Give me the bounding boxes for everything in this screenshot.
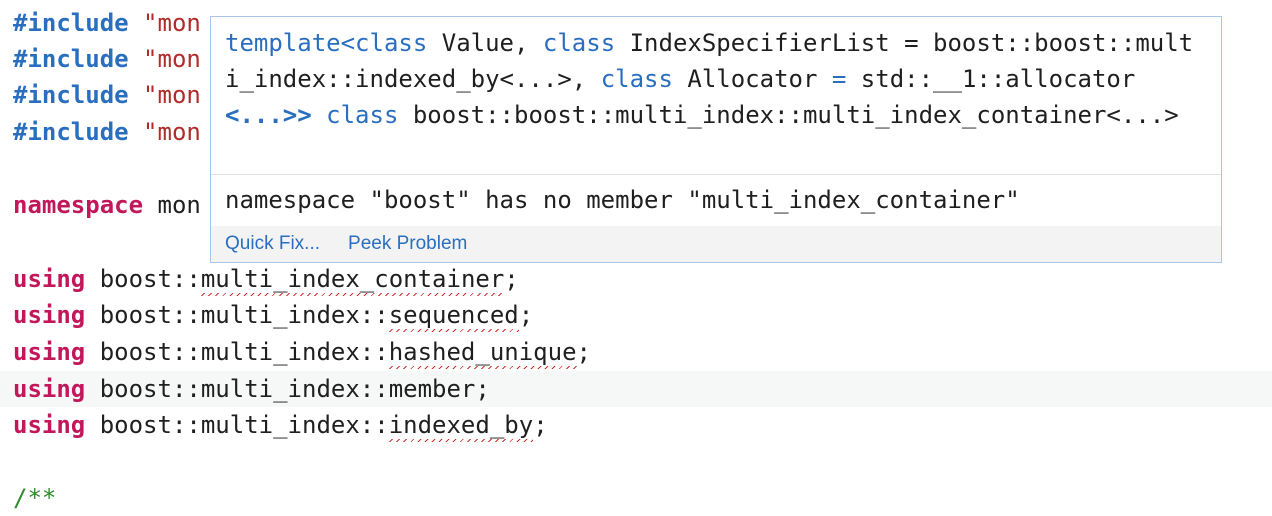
hover-actions: Quick Fix... Peek Problem <box>211 226 1221 262</box>
using-suffix: ; <box>518 301 534 329</box>
error-squiggle[interactable]: indexed_by <box>388 411 534 442</box>
using-suffix: ; <box>475 375 490 403</box>
template-keyword: template <box>225 29 341 57</box>
using-suffix: ; <box>504 265 519 293</box>
using-prefix: boost::multi_index:: <box>99 375 389 403</box>
comment-text: /** <box>13 484 57 512</box>
include-path: "mon <box>143 118 201 146</box>
class-keyword: class <box>355 29 428 57</box>
include-keyword: #include <box>13 118 129 146</box>
include-path: "mon <box>143 81 201 109</box>
using-prefix: boost::multi_index:: <box>99 338 389 366</box>
error-squiggle[interactable]: multi_index_container <box>200 265 505 296</box>
using-prefix: boost:: <box>99 265 201 293</box>
signature-text: Allocator <box>672 65 832 93</box>
signature-text: std::__1::allocator <box>846 65 1136 93</box>
include-path: "mon <box>143 9 201 37</box>
hover-signature: template<class Value, class IndexSpecifi… <box>211 17 1221 174</box>
hover-widget: template<class Value, class IndexSpecifi… <box>210 16 1222 263</box>
namespace-name: mon <box>157 191 201 219</box>
include-keyword: #include <box>13 81 129 109</box>
namespace-keyword: namespace <box>13 191 144 219</box>
peek-problem-link[interactable]: Peek Problem <box>348 233 467 255</box>
using-prefix: boost::multi_index:: <box>99 301 389 329</box>
using-keyword: using <box>13 338 86 366</box>
code-line-using-2[interactable]: using boost::multi_index::sequenced; <box>0 297 1272 333</box>
using-name: member <box>388 375 476 403</box>
equals-sign: = <box>831 65 847 93</box>
angle-close: <...>> <box>225 101 312 129</box>
using-keyword: using <box>13 301 86 329</box>
angle-open: < <box>340 29 356 57</box>
include-keyword: #include <box>13 45 129 73</box>
signature-text: boost::boost::multi_index::multi_index_c… <box>398 101 1179 129</box>
class-keyword: class <box>326 101 399 129</box>
code-line-using-3[interactable]: using boost::multi_index::hashed_unique; <box>0 334 1272 370</box>
code-line-using-4[interactable]: using boost::multi_index::member; <box>0 371 1272 407</box>
code-line-comment[interactable]: /** <box>0 480 1272 516</box>
error-squiggle[interactable]: sequenced <box>388 301 519 332</box>
class-keyword: class <box>542 29 616 57</box>
include-path: "mon <box>143 45 201 73</box>
using-keyword: using <box>13 375 86 403</box>
signature-text: Value, <box>427 29 543 57</box>
error-squiggle[interactable]: hashed_unique <box>388 338 577 369</box>
using-suffix: ; <box>533 411 548 439</box>
hover-error-message: namespace "boost" has no member "multi_i… <box>211 174 1221 226</box>
include-keyword: #include <box>13 9 129 37</box>
class-keyword: class <box>600 65 673 93</box>
using-keyword: using <box>13 265 86 293</box>
using-prefix: boost::multi_index:: <box>99 411 389 439</box>
quick-fix-link[interactable]: Quick Fix... <box>225 233 320 255</box>
using-suffix: ; <box>576 338 591 366</box>
using-keyword: using <box>13 411 86 439</box>
code-line-using-5[interactable]: using boost::multi_index::indexed_by; <box>0 407 1272 443</box>
code-line-using-1[interactable]: using boost::multi_index_container; <box>0 261 1272 297</box>
